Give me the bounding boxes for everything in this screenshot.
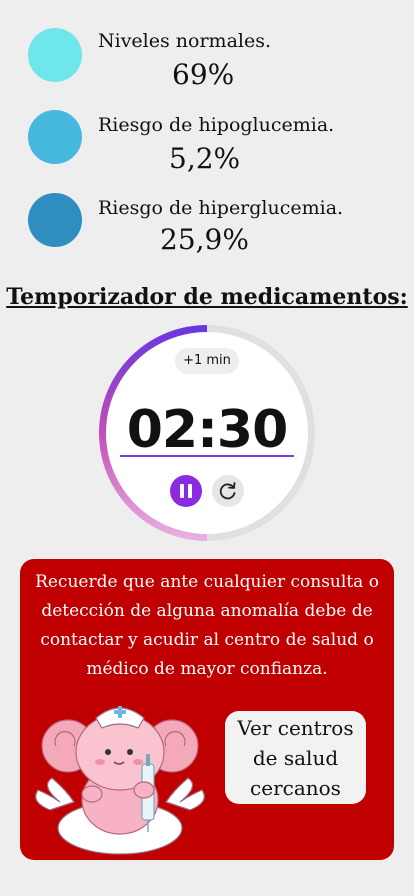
timer-display: 02:30	[126, 400, 289, 460]
notice-text: Recuerde que ante cualquier consulta o d…	[35, 572, 379, 679]
normal-color-dot	[28, 28, 82, 82]
nurse-mascot-illustration	[35, 706, 205, 855]
add-minute-button[interactable]: +1 min	[175, 348, 239, 374]
reset-icon	[219, 482, 236, 500]
stat-label: Niveles normales.	[98, 30, 272, 52]
stat-label: Riesgo de hipoglucemia.	[98, 114, 335, 136]
pause-button[interactable]	[170, 475, 202, 507]
timer-title: Temporizador de medicamentos:	[6, 284, 408, 310]
hyperglycemia-color-dot	[28, 193, 82, 247]
health-centers-button-label: Ver centros de salud cercanos	[237, 715, 354, 800]
reset-button[interactable]	[212, 475, 244, 507]
stat-label: Riesgo de hiperglucemia.	[98, 197, 344, 219]
stat-value: 69%	[172, 58, 235, 91]
health-centers-button[interactable]: Ver centros de salud cercanos	[225, 711, 366, 804]
stat-hypoglycemia: Riesgo de hipoglucemia. 5,2%	[0, 110, 414, 190]
stat-value: 5,2%	[169, 142, 241, 175]
hypoglycemia-color-dot	[28, 110, 82, 164]
stat-normal: Niveles normales. 69%	[0, 26, 414, 106]
timer-underline	[120, 455, 294, 457]
stat-hyperglycemia: Riesgo de hiperglucemia. 25,9%	[0, 193, 414, 273]
stat-value: 25,9%	[160, 223, 249, 256]
